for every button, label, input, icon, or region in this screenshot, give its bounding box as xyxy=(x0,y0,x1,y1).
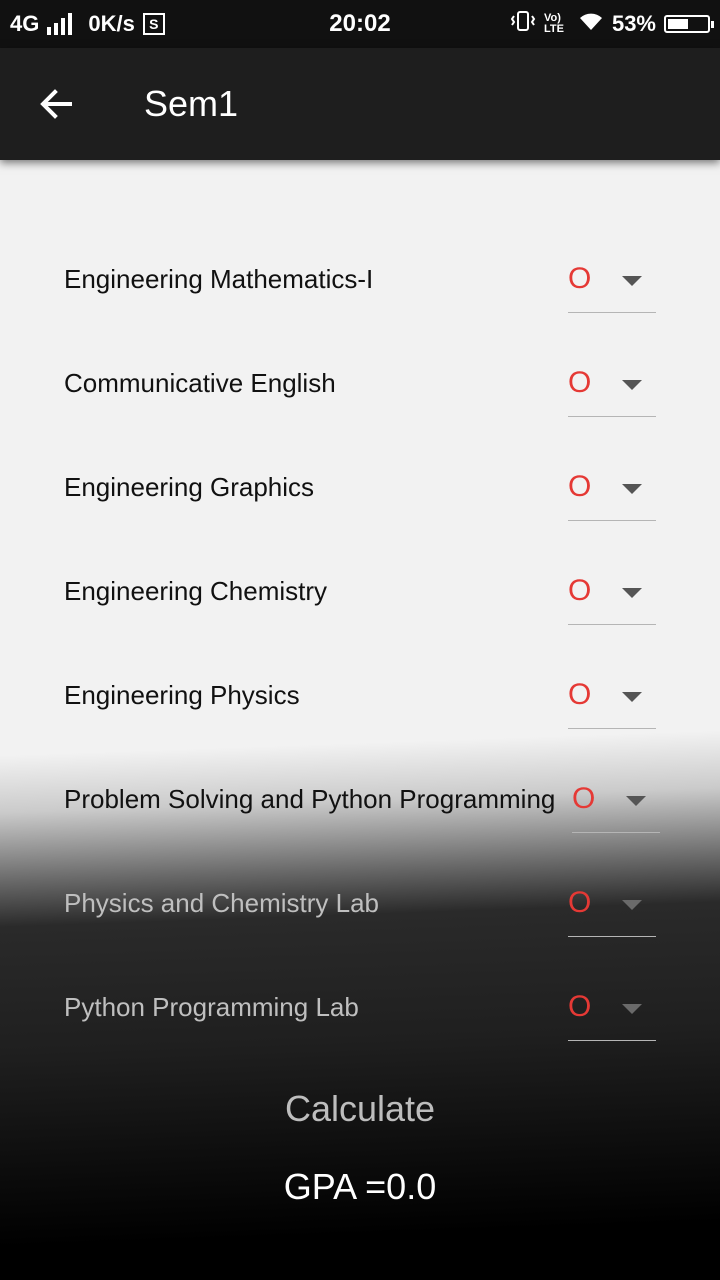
grade-dropdown[interactable]: O xyxy=(568,332,656,417)
battery-percent: 53% xyxy=(611,11,656,36)
volte-label: Vo) LTE xyxy=(543,12,564,35)
dropdown-arrow-icon xyxy=(622,380,642,390)
grade-dropdown[interactable]: O xyxy=(568,644,656,729)
arrow-left-icon xyxy=(40,89,72,119)
grade-value: O xyxy=(568,574,592,607)
status-bar: 4G 0K/s S 20:02 Vo) LTE 53% xyxy=(0,0,720,48)
signal-icon xyxy=(47,13,73,35)
subject-name: Engineering Graphics xyxy=(64,472,315,502)
wifi-icon xyxy=(578,10,604,38)
subject-name: Problem Solving and Python Programming xyxy=(64,784,556,814)
network-speed: 0K/s xyxy=(88,11,135,36)
grade-value: O xyxy=(572,782,596,815)
grade-dropdown[interactable]: O xyxy=(568,436,656,521)
subject-row: Problem Solving and Python Programming O xyxy=(64,748,660,852)
grade-dropdown[interactable]: O xyxy=(568,540,656,625)
grade-value: O xyxy=(568,470,592,503)
gpa-result: GPA =0.0 xyxy=(283,1166,437,1207)
back-button[interactable] xyxy=(28,76,84,132)
subject-list: Engineering Mathematics-I O Communicativ… xyxy=(64,228,660,1060)
subject-name: Engineering Chemistry xyxy=(64,576,328,606)
status-right: Vo) LTE 53% xyxy=(510,10,714,38)
grade-dropdown[interactable]: O xyxy=(568,228,656,313)
dropdown-arrow-icon xyxy=(622,588,642,598)
grade-value: O xyxy=(568,678,592,711)
subject-row: Engineering Physics O xyxy=(64,644,656,748)
dropdown-arrow-icon xyxy=(622,276,642,286)
dropdown-arrow-icon xyxy=(622,692,642,702)
grade-value: O xyxy=(568,262,592,295)
sim-icon: S xyxy=(142,13,165,35)
subject-name: Communicative English xyxy=(64,368,336,398)
dropdown-arrow-icon xyxy=(622,1004,642,1014)
grade-dropdown[interactable]: O xyxy=(568,956,656,1041)
grade-dropdown[interactable]: O xyxy=(572,748,660,833)
grade-value: O xyxy=(568,990,592,1023)
subject-row: Physics and Chemistry Lab O xyxy=(64,852,656,956)
status-left: 4G 0K/s S xyxy=(10,11,165,37)
subject-row: Engineering Graphics O xyxy=(64,436,656,540)
subject-row: Engineering Mathematics-I O xyxy=(64,228,656,332)
subject-row: Communicative English O xyxy=(64,332,656,436)
network-type: 4G xyxy=(10,11,40,36)
grade-value: O xyxy=(568,366,592,399)
subject-name: Physics and Chemistry Lab xyxy=(64,888,380,918)
dropdown-arrow-icon xyxy=(622,484,642,494)
dropdown-arrow-icon xyxy=(622,900,642,910)
grade-dropdown[interactable]: O xyxy=(568,852,656,937)
app-bar: Sem1 xyxy=(0,48,720,160)
page-title: Sem1 xyxy=(144,83,239,124)
battery-icon xyxy=(664,15,714,33)
subject-name: Engineering Physics xyxy=(64,680,300,710)
dropdown-arrow-icon xyxy=(626,796,646,806)
calculate-button[interactable]: Calculate xyxy=(0,1088,720,1130)
subject-row: Python Programming Lab O xyxy=(64,956,656,1060)
grade-value: O xyxy=(568,886,592,919)
subject-row: Engineering Chemistry O xyxy=(64,540,656,644)
subject-name: Python Programming Lab xyxy=(64,992,359,1022)
vibrate-icon xyxy=(510,10,536,38)
subject-name: Engineering Mathematics-I xyxy=(64,264,374,294)
